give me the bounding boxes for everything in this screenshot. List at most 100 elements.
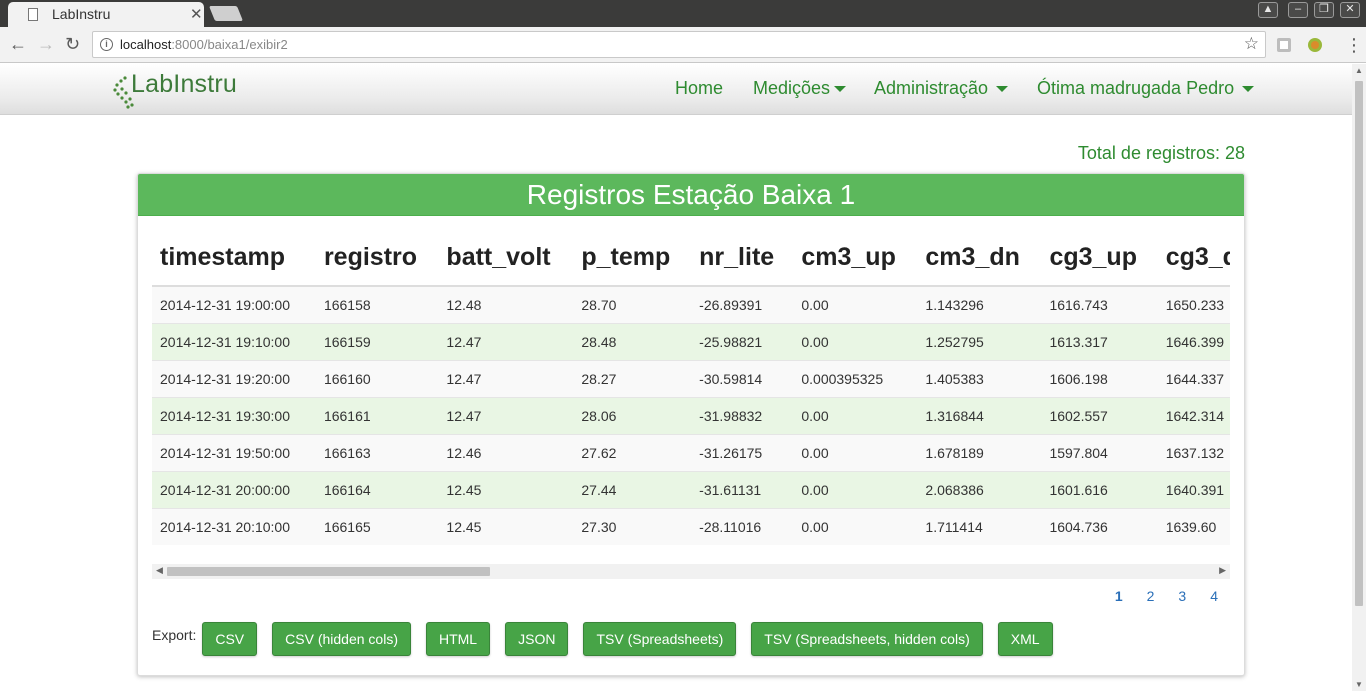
column-header-cg3-dn[interactable]: cg3_dn bbox=[1157, 216, 1230, 287]
table-cell-registro: 166165 bbox=[315, 507, 439, 545]
info-icon[interactable]: i bbox=[100, 38, 113, 51]
column-header-cg3-up[interactable]: cg3_up bbox=[1041, 216, 1158, 287]
page-link-3[interactable]: 3 bbox=[1178, 588, 1186, 604]
export-csv-hidden-cols-button[interactable]: CSV (hidden cols) bbox=[272, 622, 411, 656]
column-header-cm3-dn[interactable]: cm3_dn bbox=[917, 216, 1042, 287]
table-cell-p-temp: 27.44 bbox=[573, 470, 692, 508]
column-header-timestamp[interactable]: timestamp bbox=[152, 216, 316, 287]
export-html-button[interactable]: HTML bbox=[425, 622, 491, 656]
scrollbar-thumb[interactable] bbox=[167, 567, 490, 576]
back-icon[interactable]: ← bbox=[9, 33, 27, 55]
column-header-registro[interactable]: registro bbox=[315, 216, 439, 287]
extension-icon[interactable] bbox=[1275, 36, 1293, 54]
user-icon[interactable]: ▲ bbox=[1258, 2, 1278, 18]
table-cell-batt-volt: 12.45 bbox=[438, 507, 574, 545]
table-cell-cm3-up: 0.00 bbox=[793, 433, 918, 471]
vertical-scrollbar-thumb[interactable] bbox=[1355, 81, 1363, 606]
export-tsv-spreadsheets-button[interactable]: TSV (Spreadsheets) bbox=[583, 622, 737, 656]
table-cell-nr-lite: -31.61131 bbox=[691, 470, 794, 508]
table-cell-p-temp: 28.70 bbox=[573, 285, 692, 323]
nav-home[interactable]: Home bbox=[675, 78, 723, 99]
table-cell-p-temp: 27.62 bbox=[573, 433, 692, 471]
minimize-icon[interactable]: – bbox=[1288, 2, 1308, 18]
table-cell-cm3-dn: 1.711414 bbox=[917, 507, 1042, 545]
scroll-right-icon[interactable]: ▶ bbox=[1219, 565, 1226, 576]
export-label: Export: bbox=[152, 627, 197, 643]
export-json-button[interactable]: JSON bbox=[505, 622, 569, 656]
table-cell-registro: 166163 bbox=[315, 433, 439, 471]
page-link-1[interactable]: 1 bbox=[1115, 588, 1123, 604]
table-cell-cg3-dn: 1650.233 bbox=[1157, 285, 1230, 323]
forward-icon[interactable]: → bbox=[37, 33, 55, 55]
close-tab-icon[interactable]: ✕ bbox=[190, 5, 203, 23]
table-cell-batt-volt: 12.45 bbox=[438, 470, 574, 508]
table-cell-timestamp: 2014-12-31 19:00:00 bbox=[152, 285, 316, 323]
table-cell-registro: 166161 bbox=[315, 396, 439, 434]
records-table-container[interactable]: timestamp registro batt_volt p_temp nr_lite c… bbox=[152, 216, 1230, 546]
table-cell-registro: 166164 bbox=[315, 470, 439, 508]
table-cell-nr-lite: -31.98832 bbox=[691, 396, 794, 434]
nav-medicoes-label: Medições bbox=[753, 78, 831, 98]
table-cell-registro: 166158 bbox=[315, 285, 439, 323]
table-row: 2014-12-31 19:00:00 166158 12.48 28.70 -26.8… bbox=[152, 285, 1230, 323]
nav-administracao[interactable]: Administração bbox=[874, 78, 1009, 99]
export-bar: Export: CSV CSV (hidden cols) HTML JSON TSV … bbox=[152, 622, 1068, 656]
table-cell-cm3-up: 0.00 bbox=[793, 322, 918, 360]
close-window-icon[interactable]: ✕ bbox=[1340, 2, 1360, 18]
new-tab-button[interactable] bbox=[208, 6, 244, 21]
bookmark-star-icon[interactable]: ☆ bbox=[1244, 34, 1259, 54]
pagination: 1 2 3 4 bbox=[1091, 588, 1218, 604]
scroll-down-icon[interactable]: ▼ bbox=[1355, 680, 1363, 689]
brand-logo[interactable]: LabInstru bbox=[112, 69, 252, 111]
horizontal-scrollbar[interactable]: ◀ ▶ bbox=[152, 564, 1230, 579]
table-cell-cm3-up: 0.00 bbox=[793, 285, 918, 323]
table-cell-p-temp: 28.06 bbox=[573, 396, 692, 434]
restore-icon[interactable]: ❐ bbox=[1314, 2, 1334, 18]
table-cell-cg3-up: 1597.804 bbox=[1041, 433, 1158, 471]
table-cell-cm3-dn: 1.316844 bbox=[917, 396, 1042, 434]
column-header-cm3-up[interactable]: cm3_up bbox=[793, 216, 918, 287]
table-header-row: timestamp registro batt_volt p_temp nr_lite c… bbox=[152, 216, 1230, 287]
table-cell-cm3-dn: 1.678189 bbox=[917, 433, 1042, 471]
table-cell-cg3-up: 1601.616 bbox=[1041, 470, 1158, 508]
scroll-up-icon[interactable]: ▲ bbox=[1355, 66, 1363, 75]
scroll-left-icon[interactable]: ◀ bbox=[156, 565, 163, 576]
export-tsv-spreadsheets-hidden-cols-button[interactable]: TSV (Spreadsheets, hidden cols) bbox=[751, 622, 983, 656]
table-cell-timestamp: 2014-12-31 19:50:00 bbox=[152, 433, 316, 471]
table-cell-p-temp: 28.27 bbox=[573, 359, 692, 397]
table-cell-registro: 166160 bbox=[315, 359, 439, 397]
table-cell-cm3-dn: 1.143296 bbox=[917, 285, 1042, 323]
page-link-4[interactable]: 4 bbox=[1210, 588, 1218, 604]
table-cell-cg3-dn: 1639.60 bbox=[1157, 507, 1230, 545]
nav-administracao-label: Administração bbox=[874, 78, 989, 98]
table-cell-cm3-dn: 2.068386 bbox=[917, 470, 1042, 508]
table-row: 2014-12-31 20:00:00 166164 12.45 27.44 -31.6… bbox=[152, 470, 1230, 508]
url-text[interactable]: localhost:8000/baixa1/exibir2 bbox=[120, 37, 288, 52]
page-icon bbox=[28, 8, 38, 21]
table-cell-nr-lite: -31.26175 bbox=[691, 433, 794, 471]
export-csv-button[interactable]: CSV bbox=[202, 622, 258, 656]
page-link-2[interactable]: 2 bbox=[1147, 588, 1155, 604]
table-cell-p-temp: 27.30 bbox=[573, 507, 692, 545]
column-header-batt-volt[interactable]: batt_volt bbox=[438, 216, 574, 287]
column-header-p-temp[interactable]: p_temp bbox=[573, 216, 692, 287]
nav-medicoes[interactable]: Medições bbox=[753, 78, 847, 99]
address-bar[interactable]: i localhost:8000/baixa1/exibir2 ☆ bbox=[92, 31, 1266, 58]
table-cell-cm3-up: 0.000395325 bbox=[793, 359, 918, 397]
table-cell-batt-volt: 12.47 bbox=[438, 322, 574, 360]
browser-menu-icon[interactable]: ⋮ bbox=[1345, 33, 1363, 57]
table-cell-cg3-up: 1613.317 bbox=[1041, 322, 1158, 360]
table-cell-batt-volt: 12.47 bbox=[438, 396, 574, 434]
table-cell-cg3-dn: 1640.391 bbox=[1157, 470, 1230, 508]
table-cell-p-temp: 28.48 bbox=[573, 322, 692, 360]
nav-user-label: Ótima madrugada Pedro bbox=[1037, 78, 1235, 98]
android-extension-icon[interactable] bbox=[1306, 36, 1324, 54]
table-cell-cg3-up: 1606.198 bbox=[1041, 359, 1158, 397]
browser-tab[interactable]: LabInstru ✕ bbox=[8, 2, 204, 27]
reload-icon[interactable]: ↻ bbox=[65, 33, 80, 55]
column-header-nr-lite[interactable]: nr_lite bbox=[691, 216, 794, 287]
vertical-scrollbar[interactable]: ▲ ▼ bbox=[1352, 64, 1366, 691]
nav-user-menu[interactable]: Ótima madrugada Pedro bbox=[1037, 78, 1255, 99]
table-cell-timestamp: 2014-12-31 19:10:00 bbox=[152, 322, 316, 360]
export-xml-button[interactable]: XML bbox=[997, 622, 1053, 656]
